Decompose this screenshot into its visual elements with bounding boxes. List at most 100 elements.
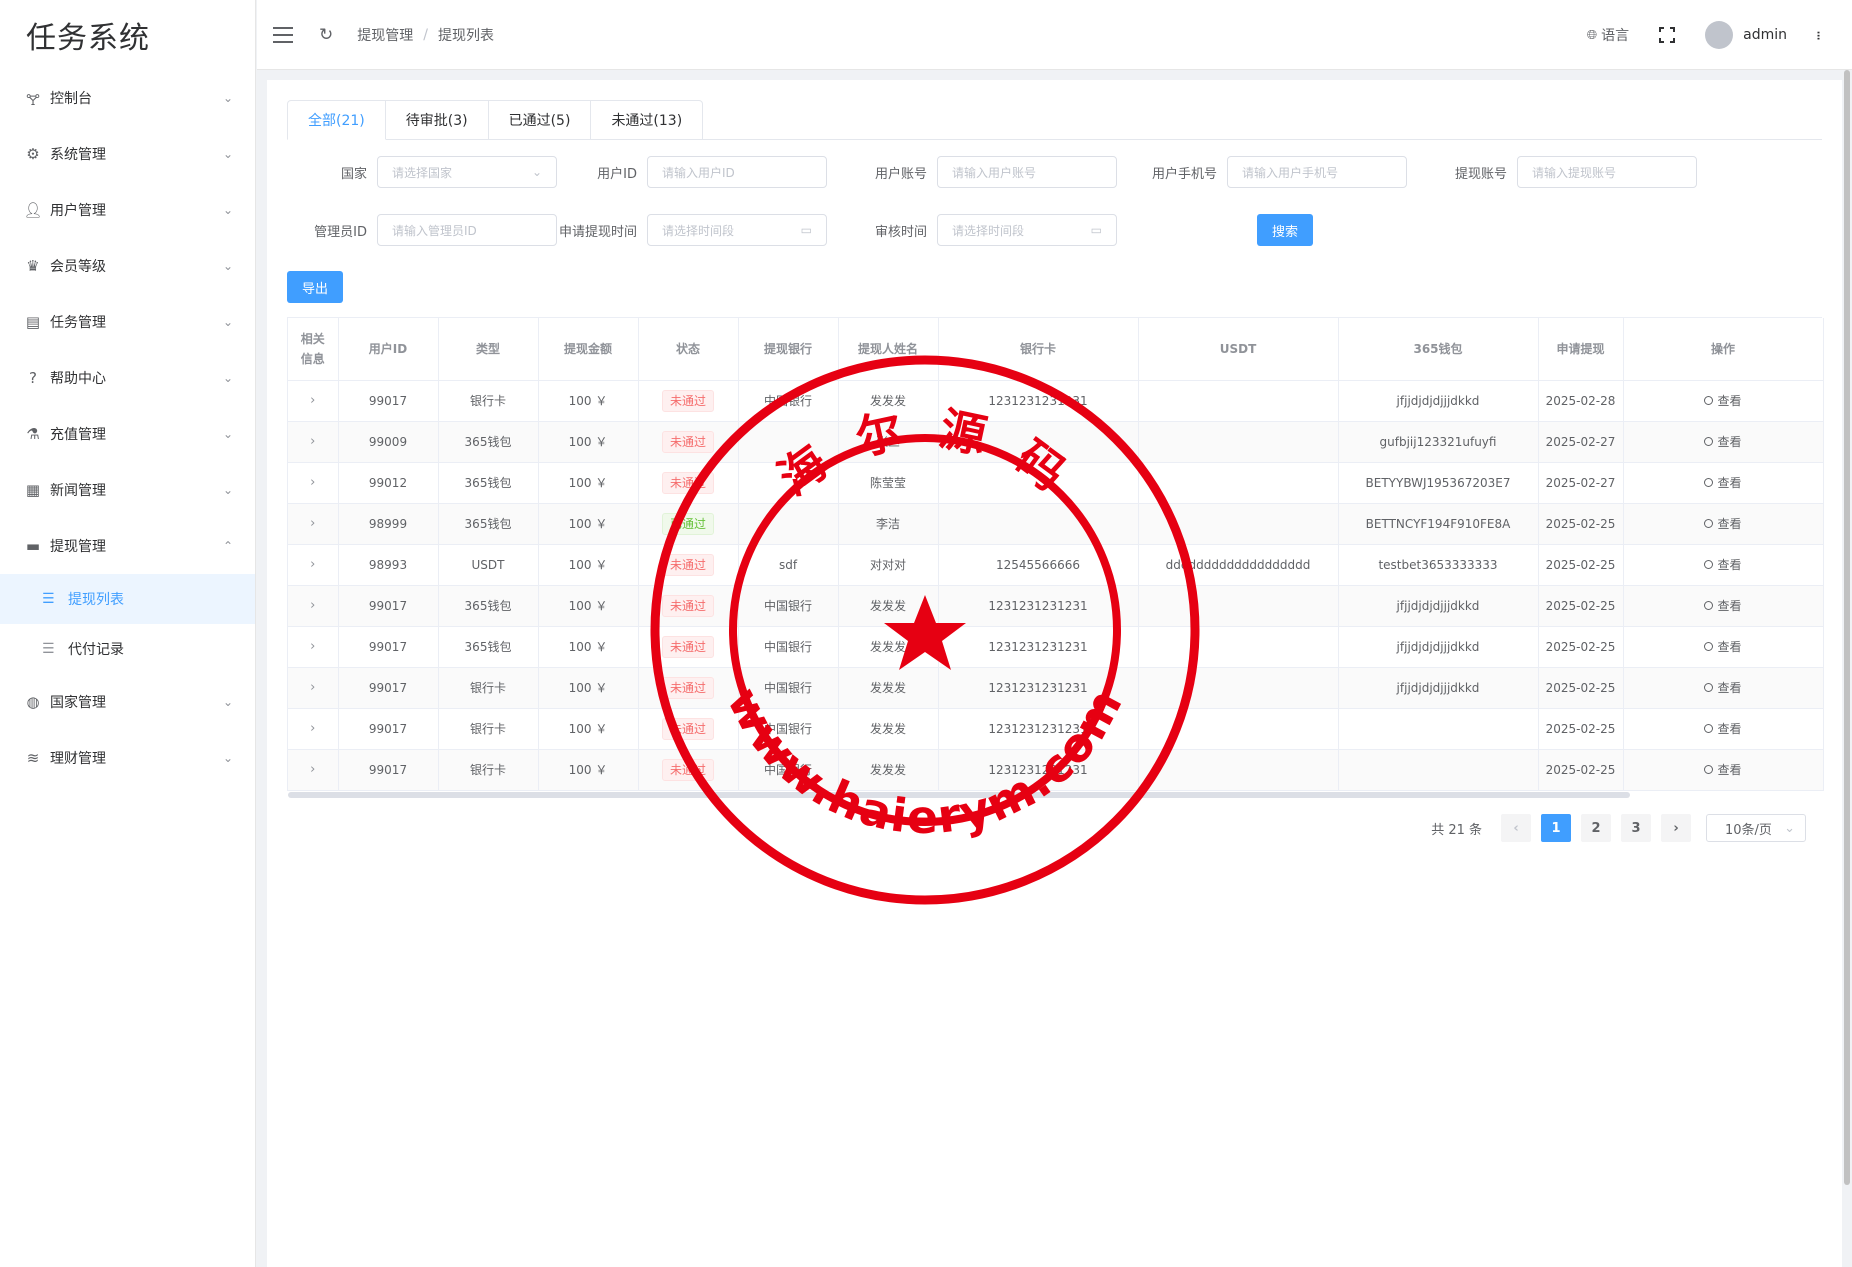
sidebar-item-label: 帮助中心 [50, 371, 106, 387]
sidebar-item-t1[interactable]: ⚙ 系统管理 ⌄ [0, 126, 255, 182]
export-button[interactable]: 导出 [287, 271, 343, 303]
status-badge: 未通过 [661, 553, 714, 576]
submenu-item[interactable]: ☰ 代付记录 [0, 624, 255, 674]
chevron-right-icon[interactable]: › [310, 475, 315, 490]
page-vertical-scrollbar[interactable] [1844, 70, 1850, 1185]
sidebar-item-t2[interactable]: 👤︎ 用户管理 ⌄ [0, 182, 255, 238]
breadcrumb: 提现管理 / 提现列表 [357, 25, 494, 45]
view-button[interactable]: 查看 [1704, 433, 1742, 450]
refresh-icon[interactable]: ↻ [319, 25, 333, 45]
cell-user-id: 99017 [338, 380, 439, 422]
tab-status[interactable]: 已通过(5) [488, 100, 592, 140]
cell-name: 发发发 [838, 585, 939, 627]
view-label: 查看 [1717, 722, 1742, 736]
page-size-select[interactable]: 10条/页 ⌄ [1706, 814, 1806, 842]
tab-status[interactable]: 待审批(3) [385, 100, 489, 140]
chevron-down-icon: ⌄ [222, 371, 233, 385]
page-number-button[interactable]: 3 [1621, 814, 1651, 842]
header-right: 🌐︎ 语言 admin ··· [1587, 0, 1828, 70]
page-number-button[interactable]: 1 [1541, 814, 1571, 842]
user-id-input[interactable]: 请输入用户ID [647, 156, 827, 188]
filter-country: 国家 请选择国家 ⌄ [287, 156, 557, 188]
chevron-down-icon: ⌄ [222, 695, 233, 709]
status-badge: 未通过 [661, 430, 714, 453]
avatar[interactable] [1705, 21, 1734, 49]
chevron-right-icon[interactable]: › [310, 557, 315, 572]
sidebar-item-b0[interactable]: ◍ 国家管理 ⌄ [0, 674, 255, 730]
country-select[interactable]: 请选择国家 ⌄ [377, 156, 557, 188]
sidebar-item-t0[interactable]: 🝖 控制台 ⌄ [0, 70, 255, 126]
sidebar-item-t5[interactable]: ? 帮助中心 ⌄ [0, 350, 255, 406]
view-button[interactable]: 查看 [1704, 515, 1742, 532]
view-button[interactable]: 查看 [1704, 556, 1742, 573]
view-button[interactable]: 查看 [1704, 761, 1742, 778]
view-button[interactable]: 查看 [1704, 679, 1742, 696]
country-placeholder: 请选择国家 [392, 165, 453, 180]
sidebar-item-b1[interactable]: ≋ 理财管理 ⌄ [0, 730, 255, 786]
cell-user-id: 99017 [338, 626, 439, 668]
chevron-right-icon[interactable]: › [310, 680, 315, 695]
review-time-picker[interactable]: 请选择时间段 ▭ [937, 214, 1117, 246]
chevron-right-icon[interactable]: › [310, 598, 315, 613]
cell-bank [738, 421, 839, 463]
table-horizontal-scrollbar[interactable] [288, 792, 1630, 798]
cell-amount: 100 ￥ [538, 749, 639, 791]
view-button[interactable]: 查看 [1704, 638, 1742, 655]
language-switch[interactable]: 🌐︎ 语言 [1587, 25, 1629, 45]
fullscreen-icon[interactable] [1659, 27, 1676, 43]
withdraw-account-placeholder: 请输入提现账号 [1532, 165, 1617, 180]
next-page-button[interactable]: › [1661, 814, 1691, 842]
view-button[interactable]: 查看 [1704, 474, 1742, 491]
filter-withdraw-account: 提现账号 请输入提现账号 [1427, 156, 1697, 188]
cell-type: 365钱包 [438, 585, 539, 627]
prev-page-button[interactable]: ‹ [1501, 814, 1531, 842]
expand-cell: › [288, 503, 339, 545]
review-time-label: 审核时间 [874, 224, 927, 240]
chevron-right-icon[interactable]: › [310, 762, 315, 777]
hamburger-menu-icon[interactable] [273, 26, 293, 43]
chevron-up-icon: ⌃ [222, 539, 233, 553]
cell-wallet: jfjjdjdjdjjjdkkd [1338, 626, 1539, 668]
chevron-right-icon[interactable]: › [310, 434, 315, 449]
submenu-item[interactable]: ☰ 提现列表 [0, 574, 255, 624]
search-button[interactable]: 搜索 [1257, 214, 1313, 246]
view-button[interactable]: 查看 [1704, 720, 1742, 737]
user-account-label: 用户账号 [874, 166, 927, 182]
table-row: › 99017 365钱包 100 ￥ 未通过 中国银行 发发发 1231231231231 j… [288, 626, 1824, 668]
view-button[interactable]: 查看 [1704, 597, 1742, 614]
apply-time-picker[interactable]: 请选择时间段 ▭ [647, 214, 827, 246]
more-vertical-icon[interactable]: ··· [1809, 30, 1828, 39]
table-row: › 99017 银行卡 100 ￥ 未通过 中国银行 发发发 1231231231231 jfj… [288, 667, 1824, 709]
cell-amount: 100 ￥ [538, 667, 639, 709]
cell-amount: 100 ￥ [538, 626, 639, 668]
sidebar-item-t3[interactable]: ♛ 会员等级 ⌄ [0, 238, 255, 294]
cell-name: 发发发 [838, 708, 939, 750]
view-button[interactable]: 查看 [1704, 392, 1742, 409]
search-icon [1704, 724, 1714, 733]
globe-icon: ◍ [26, 693, 40, 711]
chevron-right-icon[interactable]: › [310, 721, 315, 736]
chevron-right-icon[interactable]: › [310, 639, 315, 654]
pagination: 共 21 条 ‹ 123 › 10条/页 ⌄ [1431, 814, 1806, 842]
sidebar-item-t4[interactable]: ▤ 任务管理 ⌄ [0, 294, 255, 350]
withdraw-account-input[interactable]: 请输入提现账号 [1517, 156, 1697, 188]
user-phone-input[interactable]: 请输入用户手机号 [1227, 156, 1407, 188]
column-header: 状态 [638, 318, 739, 381]
action-cell: 查看 [1623, 749, 1824, 791]
chevron-right-icon[interactable]: › [310, 393, 315, 408]
sidebar-item-t8[interactable]: ▬ 提现管理 ⌃ [0, 518, 255, 574]
sidebar-item-t7[interactable]: ▦ 新闻管理 ⌄ [0, 462, 255, 518]
user-account-input[interactable]: 请输入用户账号 [937, 156, 1117, 188]
expand-cell: › [288, 667, 339, 709]
filter-review-time: 审核时间 请选择时间段 ▭ [847, 214, 1117, 246]
page-number-button[interactable]: 2 [1581, 814, 1611, 842]
cell-date: 2025-02-25 [1538, 749, 1624, 791]
view-label: 查看 [1717, 435, 1742, 449]
tab-status[interactable]: 未通过(13) [591, 100, 704, 140]
tab-status[interactable]: 全部(21) [287, 100, 386, 140]
breadcrumb-item[interactable]: 提现管理 [357, 25, 413, 45]
sidebar-item-t6[interactable]: ⚗ 充值管理 ⌄ [0, 406, 255, 462]
username[interactable]: admin [1743, 27, 1787, 43]
chevron-right-icon[interactable]: › [310, 516, 315, 531]
sidebar-item-label: 提现管理 [50, 539, 106, 555]
